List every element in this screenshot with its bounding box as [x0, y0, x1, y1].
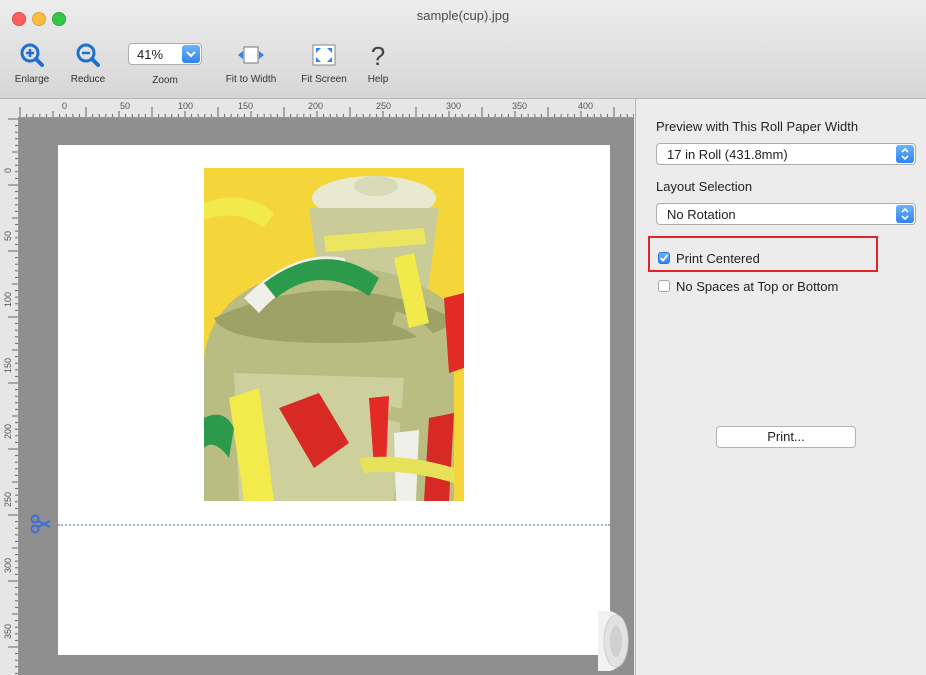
- layout-selection-value: No Rotation: [667, 207, 736, 222]
- ruler-number: 300: [446, 101, 462, 111]
- zoom-label: Zoom: [152, 75, 178, 86]
- ruler-number: 250: [376, 101, 392, 111]
- ruler-number: 50: [3, 230, 13, 241]
- vertical-ruler: 0 50 100 150 200 250 300 350: [0, 117, 19, 675]
- fit-width-icon: [238, 46, 264, 64]
- checkbox-unchecked-icon[interactable]: [658, 280, 670, 292]
- fit-width-label: Fit to Width: [225, 74, 277, 85]
- ruler-number: 100: [178, 101, 194, 111]
- settings-panel: Preview with This Roll Paper Width 17 in…: [635, 99, 926, 675]
- scissors-icon: [30, 514, 52, 539]
- roll-width-value: 17 in Roll (431.8mm): [667, 147, 788, 162]
- print-centered-checkbox[interactable]: Print Centered: [658, 249, 760, 267]
- zoom-select[interactable]: 41%: [128, 43, 202, 65]
- fit-screen-icon: [312, 44, 336, 66]
- zoom-in-icon: [20, 43, 44, 67]
- help-label: Help: [367, 74, 389, 85]
- enlarge-button[interactable]: Enlarge: [8, 40, 56, 85]
- horizontal-ruler: 0 50 100 150 200 250 300 350 400: [0, 99, 634, 118]
- window-toolbar: sample(cup).jpg Enlarge Reduce 41% Zoom …: [0, 0, 926, 99]
- ruler-number: 100: [3, 291, 13, 307]
- stepper-icon[interactable]: [896, 205, 914, 223]
- print-button[interactable]: Print...: [716, 426, 856, 448]
- help-button[interactable]: ? Help: [360, 40, 396, 85]
- ruler-number: 300: [3, 557, 13, 573]
- reduce-button[interactable]: Reduce: [64, 40, 112, 85]
- ruler-number: 0: [62, 101, 68, 111]
- fit-to-width-button[interactable]: Fit to Width: [214, 40, 288, 85]
- ruler-number: 350: [3, 623, 13, 639]
- ruler-number: 150: [238, 101, 254, 111]
- layout-selection-label: Layout Selection: [656, 179, 753, 194]
- no-spaces-checkbox[interactable]: No Spaces at Top or Bottom: [658, 277, 838, 295]
- roll-width-select[interactable]: 17 in Roll (431.8mm): [656, 143, 916, 165]
- no-spaces-label: No Spaces at Top or Bottom: [676, 278, 839, 294]
- ruler-number: 200: [3, 423, 13, 439]
- fit-screen-button[interactable]: Fit Screen: [292, 40, 356, 85]
- ruler-number: 50: [120, 101, 131, 111]
- ruler-number: 350: [512, 101, 528, 111]
- enlarge-label: Enlarge: [14, 74, 50, 85]
- cut-line: [58, 524, 610, 526]
- paper-roll-curl: [598, 611, 634, 671]
- checkbox-checked-icon[interactable]: [658, 252, 670, 264]
- window-title: sample(cup).jpg: [416, 8, 510, 23]
- zoom-value: 41%: [137, 47, 164, 62]
- ruler-ticks: [8, 118, 18, 674]
- preview-canvas[interactable]: 0 50 100 150 200 250 300 350 400 0 50 10…: [0, 99, 634, 675]
- ruler-number: 150: [3, 357, 13, 373]
- help-icon: ?: [371, 41, 385, 69]
- stepper-icon[interactable]: [896, 145, 914, 163]
- ruler-number: 0: [3, 167, 13, 173]
- ruler-number: 250: [3, 491, 13, 507]
- reduce-label: Reduce: [70, 74, 106, 85]
- roll-width-label: Preview with This Roll Paper Width: [656, 119, 859, 134]
- svg-text:?: ?: [371, 41, 385, 69]
- print-centered-label: Print Centered: [676, 250, 760, 266]
- chevron-down-icon[interactable]: [182, 45, 200, 63]
- ruler-number: 400: [578, 101, 594, 111]
- zoom-out-icon: [76, 43, 100, 67]
- layout-selection-select[interactable]: No Rotation: [656, 203, 916, 225]
- cup-photo-illustration: [204, 168, 464, 501]
- preview-image[interactable]: [204, 168, 464, 501]
- ruler-number: 200: [308, 101, 324, 111]
- fit-screen-label: Fit Screen: [301, 74, 347, 85]
